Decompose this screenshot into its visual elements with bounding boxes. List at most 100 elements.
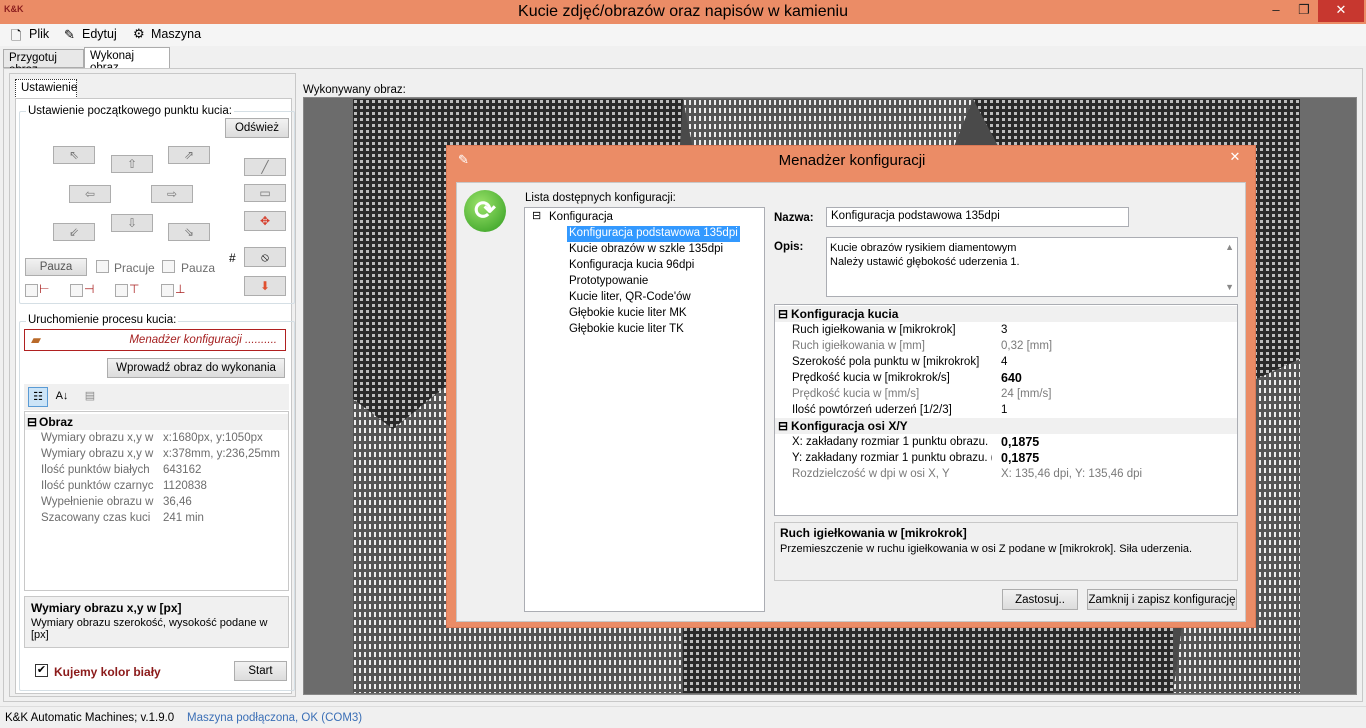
move-cross-icon[interactable]: ✥ bbox=[244, 211, 286, 231]
config-property-name: Ruch igiełkowania w [mm] bbox=[792, 340, 925, 352]
minimize-button[interactable]: – bbox=[1263, 0, 1289, 22]
move-up-right-button[interactable]: ⇗ bbox=[168, 146, 210, 164]
limit-indicator-2 bbox=[70, 284, 83, 297]
refresh-button[interactable]: Odśwież bbox=[225, 118, 289, 138]
file-icon: 🗋 bbox=[11, 28, 22, 43]
book-icon: ▰ bbox=[31, 332, 41, 347]
move-left-button[interactable]: ⇦ bbox=[69, 185, 111, 203]
scroll-down-icon[interactable]: ▼ bbox=[1225, 280, 1234, 294]
collapse-icon[interactable]: ⊟ bbox=[775, 418, 791, 434]
tree-item[interactable]: Kucie liter, QR-Code'ów bbox=[567, 290, 693, 306]
tree-item[interactable]: Głębokie kucie liter MK bbox=[567, 306, 689, 322]
left-panel: Ustawienie Ustawienie początkowego punkt… bbox=[9, 73, 296, 697]
edit-icon: ✎ bbox=[64, 27, 75, 42]
tree-item[interactable]: Konfiguracja podstawowa 135dpi bbox=[567, 226, 740, 242]
config-property-row[interactable]: Rozdzielczość w dpi w osi X, Y X: 135,46 … bbox=[775, 466, 1237, 482]
categorized-view-icon[interactable]: ☷ bbox=[28, 387, 48, 407]
property-name: Wypełnienie obrazu w bbox=[41, 496, 154, 508]
property-row[interactable]: Szacowany czas kuci 241 min bbox=[25, 510, 288, 526]
load-image-button[interactable]: Wprowadź obraz do wykonania bbox=[107, 358, 285, 378]
apply-button[interactable]: Zastosuj.. bbox=[1002, 589, 1078, 610]
property-row[interactable]: Wypełnienie obrazu w 36,46 bbox=[25, 494, 288, 510]
description-textarea[interactable]: Kucie obrazów rysikiem diamentowym Należ… bbox=[826, 237, 1238, 297]
config-property-row[interactable]: Y: zakładany rozmiar 1 punktu obrazu. (m… bbox=[775, 450, 1237, 466]
config-property-name: Y: zakładany rozmiar 1 punktu obrazu. (m… bbox=[792, 452, 992, 464]
working-checkbox[interactable] bbox=[96, 260, 109, 273]
close-button[interactable]: ✕ bbox=[1318, 0, 1364, 22]
config-property-row[interactable]: Ilość powtórzeń uderzeń [1/2/3] 1 bbox=[775, 402, 1237, 418]
dialog-close-button[interactable]: ✕ bbox=[1218, 147, 1252, 167]
config-property-row[interactable]: Szerokość pola punktu w [mikrokrok] 4 bbox=[775, 354, 1237, 370]
maximize-button[interactable]: ❐ bbox=[1291, 0, 1317, 22]
machine-icon: ⚙ bbox=[133, 26, 145, 41]
tree-item[interactable]: Kucie obrazów w szkle 135dpi bbox=[567, 242, 725, 258]
config-property-row[interactable]: Ruch igiełkowania w [mikrokrok] 3 bbox=[775, 322, 1237, 338]
move-down-button[interactable]: ⇩ bbox=[111, 214, 153, 232]
property-row[interactable]: Wymiary obrazu x,y w x:1680px, y:1050px bbox=[25, 430, 288, 446]
property-description-title: Wymiary obrazu x,y w [px] bbox=[31, 601, 182, 615]
menu-file[interactable]: Plik bbox=[29, 27, 49, 41]
sort-alpha-icon[interactable]: A↓ bbox=[52, 387, 72, 407]
scroll-up-icon[interactable]: ▲ bbox=[1225, 240, 1234, 254]
line-tool-button[interactable]: ╱ bbox=[244, 158, 286, 176]
limit-indicators: ⊢ ⊣ ⊤ ⊥ bbox=[25, 282, 195, 297]
collapse-icon[interactable]: ⊟ bbox=[775, 306, 791, 322]
collapse-icon[interactable]: ⊟ bbox=[25, 414, 39, 430]
tree-root[interactable]: Konfiguracja bbox=[549, 211, 613, 223]
white-color-label: Kujemy kolor biały bbox=[54, 665, 161, 679]
name-input[interactable]: Konfiguracja podstawowa 135dpi bbox=[826, 207, 1129, 227]
config-property-row[interactable]: Ruch igiełkowania w [mm] 0,32 [mm] bbox=[775, 338, 1237, 354]
menu-machine[interactable]: Maszyna bbox=[151, 27, 201, 41]
refresh-icon[interactable]: ⟳ bbox=[464, 190, 506, 232]
config-property-row[interactable]: Prędkość kucia w [mm/s] 24 [mm/s] bbox=[775, 386, 1237, 402]
pause-checkbox[interactable] bbox=[162, 260, 175, 273]
config-property-name: Szerokość pola punktu w [mikrokrok] bbox=[792, 356, 980, 368]
config-property-row[interactable]: X: zakładany rozmiar 1 punktu obrazu. (m… bbox=[775, 434, 1237, 450]
tree-item[interactable]: Głębokie kucie liter TK bbox=[567, 322, 686, 338]
white-color-checkbox[interactable]: ✔ bbox=[35, 664, 48, 677]
help-title: Ruch igiełkowania w [mikrokrok] bbox=[780, 526, 967, 540]
move-right-button[interactable]: ⇨ bbox=[151, 185, 193, 203]
config-manager-link[interactable]: ▰ Menadżer konfiguracji .......... bbox=[24, 329, 286, 351]
move-up-left-button[interactable]: ⇖ bbox=[53, 146, 95, 164]
stop-icon[interactable]: ⦸ bbox=[244, 247, 286, 267]
tab-prepare[interactable]: Przygotuj obraz bbox=[3, 49, 84, 76]
category-axes[interactable]: ⊟ Konfiguracja osi X/Y bbox=[775, 418, 1237, 434]
tree-collapse-icon[interactable]: ⊟ bbox=[532, 209, 541, 222]
move-down-right-button[interactable]: ⇘ bbox=[168, 223, 210, 241]
config-property-row[interactable]: Prędkość kucia w [mikrokrok/s] 640 bbox=[775, 370, 1237, 386]
start-button[interactable]: Start bbox=[234, 661, 287, 681]
property-name: Wymiary obrazu x,y w bbox=[41, 448, 154, 460]
property-pages-icon[interactable]: ▤ bbox=[80, 387, 100, 407]
frame-tool-button[interactable]: ▭ bbox=[244, 184, 286, 202]
category-forging-label: Konfiguracja kucia bbox=[791, 307, 899, 321]
property-row[interactable]: Ilość punktów czarnyc 1120838 bbox=[25, 478, 288, 494]
config-property-grid: ⊟ Konfiguracja kucia Ruch igiełkowania w … bbox=[774, 304, 1238, 516]
tree-item[interactable]: Prototypowanie bbox=[567, 274, 650, 290]
pause-label: Pauza bbox=[181, 261, 216, 275]
property-name: Ilość punktów czarnyc bbox=[41, 480, 154, 492]
tree-item[interactable]: Konfiguracja kucia 96dpi bbox=[567, 258, 696, 274]
move-up-button[interactable]: ⇧ bbox=[111, 155, 153, 173]
close-save-button[interactable]: Zamknij i zapisz konfigurację bbox=[1087, 589, 1237, 610]
property-value: 1120838 bbox=[163, 480, 207, 492]
limit-indicator-4 bbox=[161, 284, 174, 297]
menu-edit[interactable]: Edytuj bbox=[82, 27, 117, 41]
move-down-left-button[interactable]: ⇙ bbox=[53, 223, 95, 241]
config-property-value: 640 bbox=[1001, 371, 1022, 385]
tab-execute[interactable]: Wykonaj obraz bbox=[84, 47, 170, 74]
pause-button[interactable]: Pauza bbox=[25, 258, 87, 276]
process-group-title: Uruchomienie procesu kucia: bbox=[26, 314, 179, 326]
config-tree: ⊟ Konfiguracja Konfiguracja podstawowa 1… bbox=[524, 207, 765, 612]
property-value: 241 min bbox=[163, 512, 204, 524]
property-value: 36,46 bbox=[163, 496, 192, 508]
config-property-value: 4 bbox=[1001, 356, 1008, 368]
config-property-name: Prędkość kucia w [mm/s] bbox=[792, 388, 920, 400]
property-row[interactable]: Wymiary obrazu x,y w x:378mm, y:236,25mm bbox=[25, 446, 288, 462]
arrow-down-icon[interactable]: ⬇ bbox=[244, 276, 286, 296]
config-property-value: 1 bbox=[1001, 404, 1008, 416]
property-category-image[interactable]: ⊟ Obraz bbox=[25, 414, 288, 430]
property-row[interactable]: Ilość punktów białych 643162 bbox=[25, 462, 288, 478]
limit-bottom-icon: ⊥ bbox=[175, 282, 186, 296]
category-forging[interactable]: ⊟ Konfiguracja kucia bbox=[775, 306, 1237, 322]
